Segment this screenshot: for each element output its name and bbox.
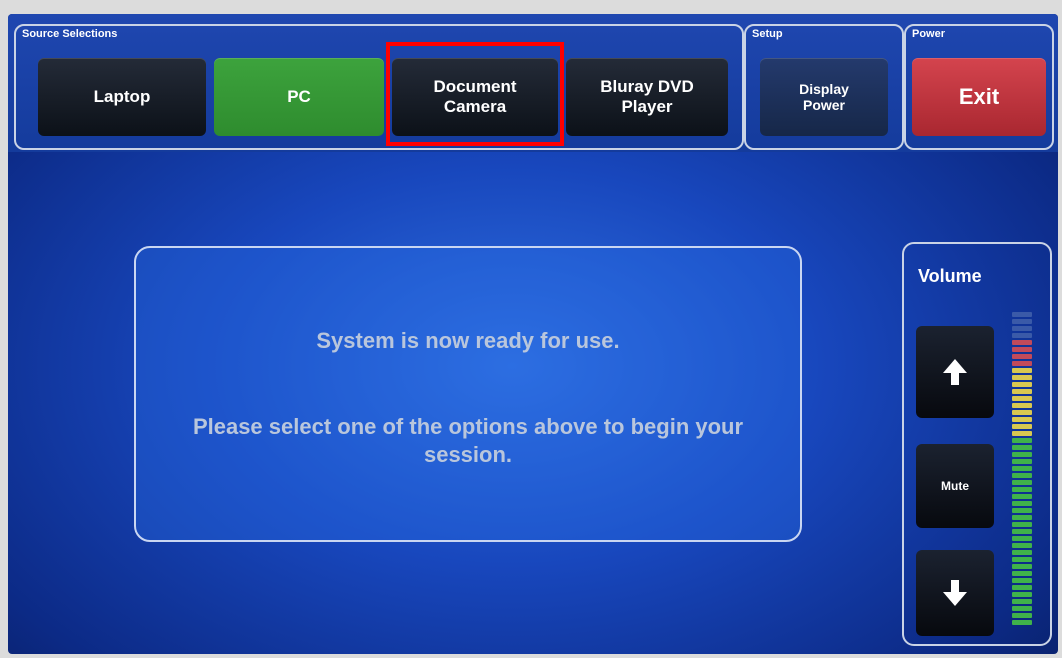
meter-segment [1012,382,1032,387]
meter-segment [1012,480,1032,485]
pc-button[interactable]: PC [214,58,384,136]
meter-segment [1012,326,1032,331]
arrow-down-icon [943,580,967,606]
meter-segment [1012,515,1032,520]
exit-button[interactable]: Exit [912,58,1046,136]
meter-segment [1012,592,1032,597]
meter-segment [1012,487,1032,492]
meter-segment [1012,368,1032,373]
meter-segment [1012,529,1032,534]
meter-segment [1012,508,1032,513]
meter-segment [1012,375,1032,380]
meter-segment [1012,599,1032,604]
meter-segment [1012,417,1032,422]
meter-segment [1012,403,1032,408]
meter-segment [1012,347,1032,352]
arrow-up-icon [943,359,967,385]
meter-segment [1012,536,1032,541]
laptop-button[interactable]: Laptop [38,58,206,136]
meter-segment [1012,613,1032,618]
meter-segment [1012,564,1032,569]
mute-button[interactable]: Mute [916,444,994,528]
meter-segment [1012,585,1032,590]
volume-panel: Volume Mute [902,242,1052,646]
meter-segment [1012,312,1032,317]
meter-segment [1012,494,1032,499]
meter-segment [1012,431,1032,436]
meter-segment [1012,620,1032,625]
meter-segment [1012,410,1032,415]
meter-segment [1012,473,1032,478]
volume-level-meter [1012,312,1032,632]
meter-segment [1012,452,1032,457]
meter-segment [1012,501,1032,506]
meter-segment [1012,333,1032,338]
meter-segment [1012,543,1032,548]
meter-segment [1012,571,1032,576]
meter-segment [1012,361,1032,366]
volume-up-button[interactable] [916,326,994,418]
power-label: Power [912,28,946,40]
top-bar: Source Selections Laptop PC Document Cam… [8,14,1058,152]
volume-title: Volume [918,266,982,286]
meter-segment [1012,396,1032,401]
meter-segment [1012,438,1032,443]
source-selections-label: Source Selections [22,28,118,40]
status-message-box: System is now ready for use. Please sele… [134,246,802,542]
meter-segment [1012,522,1032,527]
display-power-button[interactable]: Display Power [760,58,888,136]
bluray-dvd-player-button[interactable]: Bluray DVD Player [566,58,728,136]
meter-segment [1012,389,1032,394]
volume-down-button[interactable] [916,550,994,636]
meter-segment [1012,459,1032,464]
meter-segment [1012,340,1032,345]
meter-segment [1012,606,1032,611]
touch-panel-screen: Source Selections Laptop PC Document Cam… [8,14,1058,654]
instruction-message: Please select one of the options above t… [192,414,744,467]
meter-segment [1012,550,1032,555]
meter-segment [1012,424,1032,429]
selection-highlight-box [386,42,564,146]
meter-segment [1012,445,1032,450]
meter-segment [1012,578,1032,583]
ready-message: System is now ready for use. [316,328,620,353]
setup-label: Setup [752,28,783,40]
meter-segment [1012,557,1032,562]
meter-segment [1012,354,1032,359]
meter-segment [1012,319,1032,324]
meter-segment [1012,466,1032,471]
